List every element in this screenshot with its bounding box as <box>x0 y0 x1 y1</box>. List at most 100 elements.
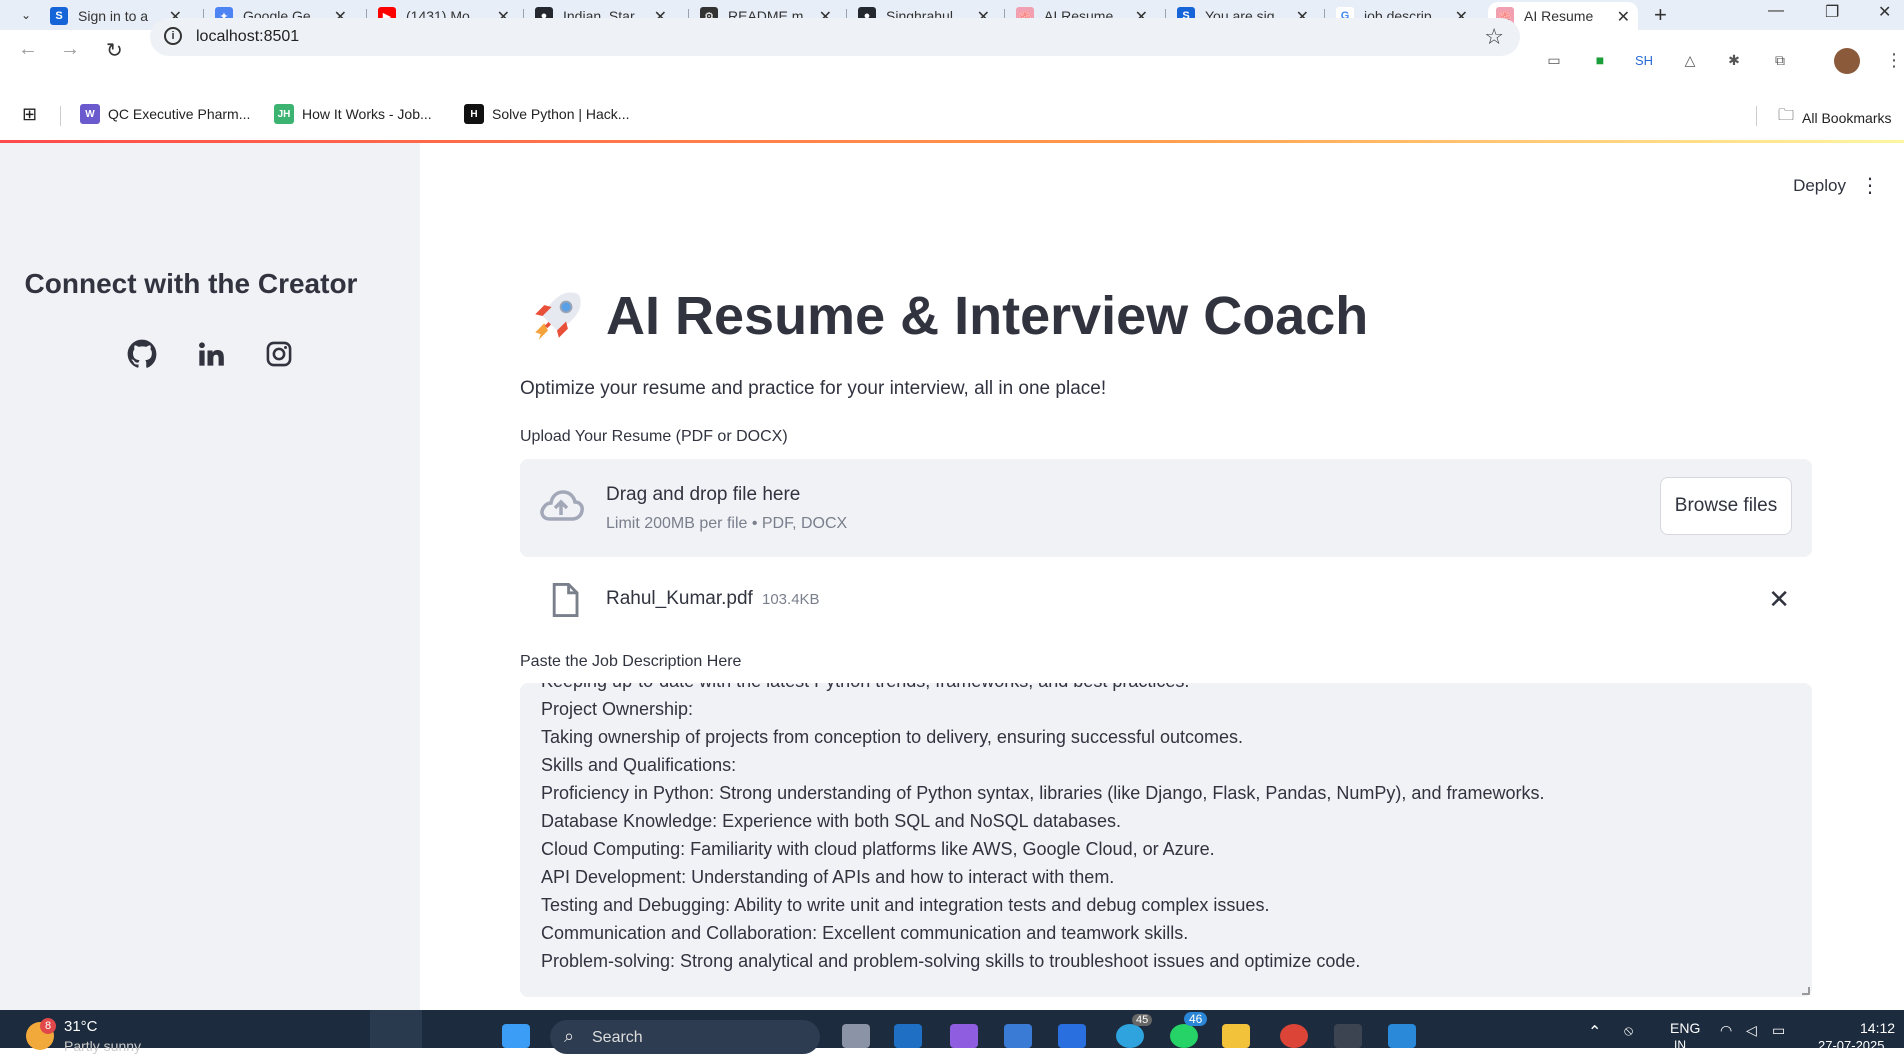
outlook-icon[interactable] <box>894 1024 922 1048</box>
store-icon[interactable] <box>1004 1024 1032 1048</box>
job-description-line: Skills and Qualifications: <box>541 755 737 775</box>
file-icon <box>550 582 580 623</box>
job-description-line: API Development: Understanding of APIs a… <box>541 867 1115 887</box>
address-url[interactable]: localhost:8501 <box>196 28 299 46</box>
rocket-icon <box>535 292 581 340</box>
close-window-icon[interactable]: ✕ <box>1878 2 1891 22</box>
restore-icon[interactable]: ❐ <box>1825 2 1839 22</box>
bookmark-favicon-icon: JH <box>274 104 294 124</box>
tab-title: Sign in to a <box>78 8 149 24</box>
job-description-line: Problem-solving: Strong analytical and p… <box>541 951 1361 971</box>
copilot-icon[interactable] <box>950 1024 978 1048</box>
terminal-icon[interactable] <box>1334 1024 1362 1048</box>
job-description-label: Paste the Job Description Here <box>520 653 742 670</box>
whatsapp-icon[interactable] <box>1170 1024 1198 1048</box>
weather-condition[interactable]: Partly sunny <box>64 1038 141 1054</box>
bookmark-label: How It Works - Job... <box>302 106 432 122</box>
bookmark-star-icon[interactable]: ☆ <box>1484 24 1504 50</box>
browser-menu-icon[interactable]: ⋮ <box>1882 48 1904 72</box>
reload-icon[interactable]: ↻ <box>106 38 123 63</box>
all-bookmarks-folder[interactable]: 🗀 All Bookmarks <box>1778 104 1891 131</box>
back-arrow-icon[interactable]: ← <box>18 38 38 61</box>
sidebar-title: Connect with the Creator <box>24 268 358 299</box>
job-description-line: Keeping up-to-date with the latest Pytho… <box>541 683 1189 692</box>
bookmark-item[interactable]: H Solve Python | Hack... <box>464 104 629 124</box>
volume-icon[interactable]: ◁ <box>1746 1022 1757 1039</box>
file-explorer-icon[interactable] <box>1222 1024 1250 1048</box>
main-menu-icon[interactable]: ⋮ <box>1860 173 1880 198</box>
wifi-icon[interactable]: ◠ <box>1720 1022 1732 1039</box>
language-indicator[interactable]: ENG <box>1670 1020 1700 1036</box>
taskbar-search-box[interactable]: ⌕ Search <box>550 1020 820 1054</box>
weather-temperature[interactable]: 31°C <box>64 1018 98 1035</box>
region-indicator: IN <box>1674 1038 1686 1052</box>
textarea-resize-handle[interactable] <box>1802 987 1810 995</box>
clock-time[interactable]: 14:12 <box>1860 1020 1895 1036</box>
site-info-icon[interactable]: i <box>164 27 182 45</box>
job-description-textarea[interactable]: Keeping up-to-date with the latest Pytho… <box>520 683 1812 997</box>
profile-avatar[interactable] <box>1834 48 1860 74</box>
file-dropzone[interactable]: Drag and drop file here Limit 200MB per … <box>520 459 1812 557</box>
windows-taskbar: 8 31°C Partly sunny ⌕ Search 45 46 ⌃ ⦸ E… <box>0 1010 1904 1054</box>
bookmark-item[interactable]: W QC Executive Pharm... <box>80 104 250 124</box>
job-description-line: Taking ownership of projects from concep… <box>541 727 1244 747</box>
cloud-upload-icon <box>538 487 584 530</box>
uploaded-file-item: Rahul_Kumar.pdf 103.4KB ✕ <box>520 576 1812 626</box>
tray-chevron-icon[interactable]: ⌃ <box>1588 1022 1601 1042</box>
extension-sh-icon[interactable]: SH <box>1632 48 1656 72</box>
main-content: Deploy ⋮ AI Resume & Interview Coach Opt… <box>420 143 1904 1010</box>
task-view-icon[interactable] <box>842 1024 870 1048</box>
dropzone-limit: Limit 200MB per file • PDF, DOCX <box>606 515 848 532</box>
battery-icon[interactable]: ▭ <box>1772 1022 1785 1039</box>
bookmarks-divider <box>60 106 61 126</box>
dropzone-instruction: Drag and drop file here <box>606 484 801 505</box>
new-tab-plus-icon[interactable]: + <box>1654 2 1667 28</box>
job-description-line: Cloud Computing: Familiarity with cloud … <box>541 839 1215 859</box>
linkedin-icon[interactable] <box>195 338 227 370</box>
extension-green-icon[interactable]: ■ <box>1588 48 1612 72</box>
browse-files-button[interactable]: Browse files <box>1660 477 1792 535</box>
tray-network-off-icon[interactable]: ⦸ <box>1624 1022 1633 1039</box>
deploy-button[interactable]: Deploy <box>1793 176 1846 196</box>
whatsapp-badge: 46 <box>1184 1012 1208 1026</box>
bookmark-label: QC Executive Pharm... <box>108 106 251 122</box>
telegram-icon[interactable] <box>1116 1024 1144 1048</box>
bookmarks-bar: ⊞ W QC Executive Pharm... JH How It Works -… <box>0 100 1904 130</box>
job-description-line: Project Ownership: <box>541 699 694 719</box>
vscode-icon[interactable] <box>1388 1024 1416 1048</box>
job-description-line: Proficiency in Python: Strong understand… <box>541 783 1545 803</box>
page-subtitle: Optimize your resume and practice for yo… <box>520 378 1107 399</box>
bookmarks-divider <box>1756 106 1757 126</box>
github-icon[interactable] <box>126 338 158 370</box>
extensions-puzzle-icon[interactable]: ⧉ <box>1768 48 1792 72</box>
job-description-line: Testing and Debugging: Ability to write … <box>541 895 1270 915</box>
job-description-line: Communication and Collaboration: Excelle… <box>541 923 1189 943</box>
forward-arrow-icon[interactable]: → <box>60 38 80 61</box>
extension-drive-icon[interactable]: △ <box>1678 48 1702 72</box>
bookmark-item[interactable]: JH How It Works - Job... <box>274 104 432 124</box>
chrome-icon[interactable] <box>1280 1024 1308 1048</box>
telegram-badge: 45 <box>1132 1014 1153 1026</box>
uploaded-file-name: Rahul_Kumar.pdf <box>606 588 753 609</box>
folder-icon: 🗀 <box>1778 107 1795 124</box>
apps-grid-icon[interactable]: ⊞ <box>22 104 37 125</box>
bookmark-label: Solve Python | Hack... <box>492 106 630 122</box>
search-icon: ⌕ <box>564 1026 575 1046</box>
address-bar[interactable]: i localhost:8501 ☆ <box>150 18 1520 56</box>
clock-date[interactable]: 27-07-2025 <box>1818 1038 1885 1053</box>
all-bookmarks-label: All Bookmarks <box>1802 109 1892 126</box>
minimize-icon[interactable]: — <box>1768 2 1784 20</box>
bookmark-favicon-icon: H <box>464 104 484 124</box>
remove-file-icon[interactable]: ✕ <box>1768 584 1790 615</box>
azure-icon[interactable] <box>1058 1024 1086 1048</box>
tab-close-icon[interactable]: ✕ <box>1617 7 1630 27</box>
widget-app-icon[interactable] <box>370 1010 422 1048</box>
upload-label: Upload Your Resume (PDF or DOCX) <box>520 428 788 445</box>
uploaded-file-size: 103.4KB <box>762 591 820 608</box>
cast-icon[interactable]: ▭ <box>1542 48 1566 72</box>
windows-start-icon[interactable] <box>502 1024 530 1048</box>
tab-search-chevron-icon[interactable]: ⌄ <box>12 3 40 27</box>
weather-badge: 8 <box>40 1018 56 1034</box>
extension-gear-icon[interactable]: ✱ <box>1722 48 1746 72</box>
instagram-icon[interactable] <box>263 338 295 370</box>
